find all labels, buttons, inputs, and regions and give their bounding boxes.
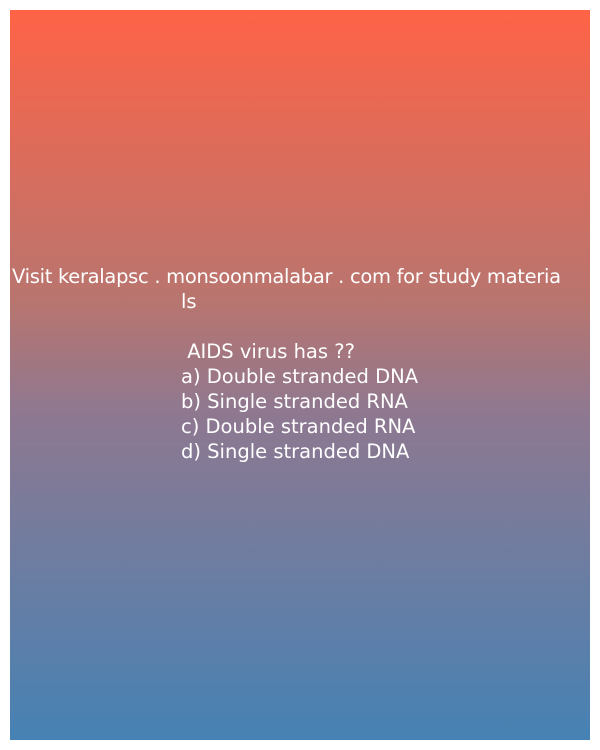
- quiz-text-block: Visit keralapsc . monsoonmalabar . com f…: [10, 264, 590, 464]
- option-d: d) Single stranded DNA: [181, 440, 410, 463]
- option-a: a) Double stranded DNA: [181, 365, 419, 388]
- promo-line-1: Visit keralapsc . monsoonmalabar . com f…: [12, 265, 561, 288]
- option-b: b) Single stranded RNA: [181, 390, 408, 413]
- question-text: AIDS virus has ??: [181, 340, 355, 363]
- promo-line-2: ls: [181, 290, 197, 313]
- option-c: c) Double stranded RNA: [181, 415, 416, 438]
- gradient-card: Visit keralapsc . monsoonmalabar . com f…: [10, 10, 590, 740]
